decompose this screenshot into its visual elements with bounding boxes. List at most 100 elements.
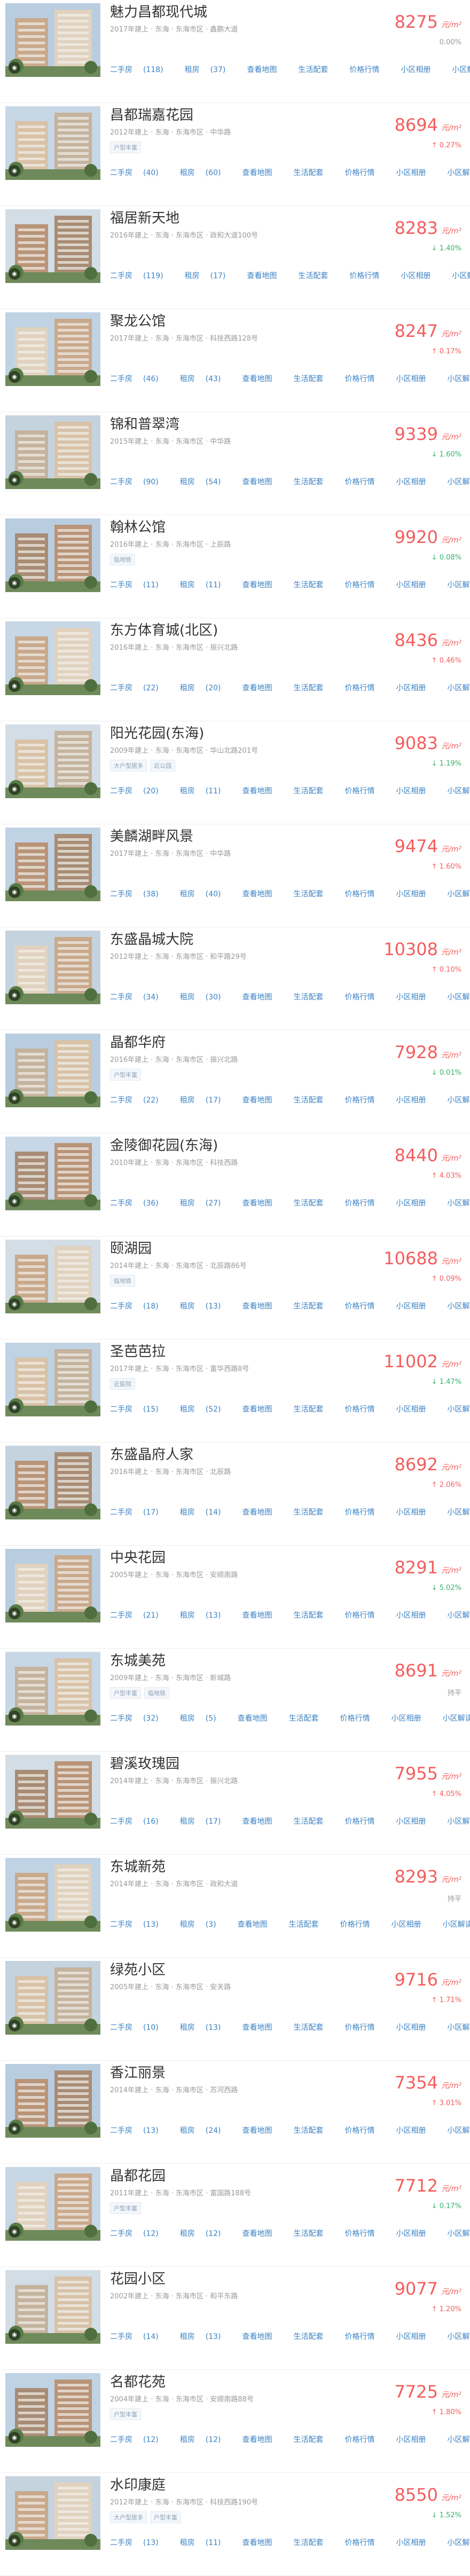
- community-name[interactable]: 水印康庭: [110, 2474, 166, 2494]
- link-1[interactable]: 租房 (40): [180, 890, 232, 899]
- link-2[interactable]: 查看地图: [242, 1302, 283, 1311]
- link-0[interactable]: 二手房 (18): [110, 1302, 169, 1311]
- listing-row[interactable]: ◉ 晶都华府 2016年建上 · 东海 · 东海市区 · 振兴北路 户型丰富 二…: [0, 1030, 470, 1133]
- link-6[interactable]: 小区解读: [448, 1096, 470, 1105]
- link-2[interactable]: 查看地图: [242, 2230, 283, 2238]
- community-name[interactable]: 聚龙公馆: [110, 310, 166, 330]
- link-4[interactable]: 价格行情: [345, 993, 386, 1002]
- link-6[interactable]: 小区解读: [448, 478, 470, 486]
- link-5[interactable]: 小区相册: [396, 2333, 437, 2341]
- link-3[interactable]: 生活配套: [294, 1199, 334, 1208]
- link-1[interactable]: 租房 (43): [180, 375, 232, 383]
- link-5[interactable]: 小区相册: [396, 1817, 437, 1826]
- community-name[interactable]: 金陵御花园(东海): [110, 1135, 218, 1154]
- listing-row[interactable]: ◉ 水印康庭 2012年建上 · 东海 · 东海市区 · 科技西路190号 大户…: [0, 2473, 470, 2576]
- link-3[interactable]: 生活配套: [294, 2023, 334, 2032]
- community-photo[interactable]: ◉: [5, 724, 100, 798]
- link-5[interactable]: 小区相册: [396, 1508, 437, 1517]
- vr-camera-icon[interactable]: ◉: [9, 474, 20, 486]
- community-name[interactable]: 东城新苑: [110, 1856, 166, 1876]
- link-4[interactable]: 价格行情: [345, 2436, 386, 2444]
- link-4[interactable]: 价格行情: [345, 1302, 386, 1311]
- link-2[interactable]: 查看地图: [247, 272, 287, 280]
- link-5[interactable]: 小区相册: [391, 1714, 432, 1723]
- listing-row[interactable]: ◉ 碧溪玫瑰园 2014年建上 · 东海 · 东海市区 · 振兴北路 二手房 (1…: [0, 1752, 470, 1855]
- link-2[interactable]: 查看地图: [242, 787, 283, 795]
- vr-camera-icon[interactable]: ◉: [9, 1814, 20, 1825]
- link-0[interactable]: 二手房 (36): [110, 1199, 169, 1208]
- link-4[interactable]: 价格行情: [345, 581, 386, 589]
- vr-camera-icon[interactable]: ◉: [9, 62, 20, 74]
- link-5[interactable]: 小区相册: [391, 1920, 432, 1929]
- listing-row[interactable]: ◉ 圣芭芭拉 2017年建上 · 东海 · 东海市区 · 富华西路8号 近医院 …: [0, 1340, 470, 1443]
- listing-row[interactable]: ◉ 聚龙公馆 2017年建上 · 东海 · 东海市区 · 科技西路128号 二手…: [0, 309, 470, 412]
- link-4[interactable]: 价格行情: [349, 272, 390, 280]
- listing-row[interactable]: ◉ 香江丽景 2014年建上 · 东海 · 东海市区 · 苏河西路 二手房 (13…: [0, 2061, 470, 2164]
- link-4[interactable]: 价格行情: [345, 890, 386, 899]
- community-photo[interactable]: ◉: [5, 1446, 100, 1519]
- link-1[interactable]: 租房 (17): [180, 1096, 232, 1105]
- link-0[interactable]: 二手房 (118): [110, 66, 174, 74]
- link-2[interactable]: 查看地图: [242, 890, 283, 899]
- link-0[interactable]: 二手房 (119): [110, 272, 174, 280]
- link-3[interactable]: 生活配套: [298, 66, 339, 74]
- link-5[interactable]: 小区相册: [396, 2126, 437, 2135]
- community-photo[interactable]: ◉: [5, 209, 100, 283]
- link-5[interactable]: 小区相册: [396, 2023, 437, 2032]
- link-4[interactable]: 价格行情: [345, 1508, 386, 1517]
- link-2[interactable]: 查看地图: [242, 1199, 283, 1208]
- link-6[interactable]: 小区解读: [448, 684, 470, 692]
- link-5[interactable]: 小区相册: [396, 2230, 437, 2238]
- listing-row[interactable]: ◉ 晶都花园 2011年建上 · 东海 · 东海市区 · 富国路188号 户型丰…: [0, 2164, 470, 2267]
- link-1[interactable]: 租房 (37): [185, 66, 237, 74]
- link-0[interactable]: 二手房 (38): [110, 890, 169, 899]
- link-0[interactable]: 二手房 (90): [110, 478, 169, 486]
- community-photo[interactable]: ◉: [5, 1961, 100, 2035]
- link-0[interactable]: 二手房 (13): [110, 1920, 169, 1929]
- link-6[interactable]: 小区解读: [448, 2126, 470, 2135]
- link-6[interactable]: 小区解读: [448, 1817, 470, 1826]
- community-name[interactable]: 昌都瑞嘉花园: [110, 104, 193, 124]
- link-4[interactable]: 价格行情: [345, 1405, 386, 1414]
- link-2[interactable]: 查看地图: [242, 1405, 283, 1414]
- listing-row[interactable]: ◉ 昌都瑞嘉花园 2012年建上 · 东海 · 东海市区 · 中华路 户型丰富 …: [0, 103, 470, 206]
- link-6[interactable]: 小区解读: [448, 2539, 470, 2547]
- link-2[interactable]: 查看地图: [242, 581, 283, 589]
- link-0[interactable]: 二手房 (32): [110, 1714, 169, 1723]
- link-2[interactable]: 查看地图: [242, 1508, 283, 1517]
- vr-camera-icon[interactable]: ◉: [9, 577, 20, 589]
- link-5[interactable]: 小区相册: [396, 1302, 437, 1311]
- listing-row[interactable]: ◉ 颐湖园 2014年建上 · 东海 · 东海市区 · 北辰路86号 临地铁 二…: [0, 1236, 470, 1340]
- community-photo[interactable]: ◉: [5, 106, 100, 180]
- listing-row[interactable]: ◉ 东城新苑 2014年建上 · 东海 · 东海市区 · 政和大道 二手房 (13…: [0, 1855, 470, 1958]
- link-4[interactable]: 价格行情: [345, 2126, 386, 2135]
- listing-row[interactable]: ◉ 锦和普翠湾 2015年建上 · 东海 · 东海市区 · 中华路 二手房 (90…: [0, 412, 470, 515]
- link-4[interactable]: 价格行情: [340, 1714, 381, 1723]
- link-6[interactable]: 小区解读: [448, 2023, 470, 2032]
- vr-camera-icon[interactable]: ◉: [9, 1092, 20, 1104]
- link-1[interactable]: 租房 (17): [180, 1817, 232, 1826]
- link-1[interactable]: 租房 (13): [180, 2023, 232, 2032]
- link-1[interactable]: 租房 (11): [180, 2539, 232, 2547]
- link-2[interactable]: 查看地图: [242, 2539, 283, 2547]
- link-1[interactable]: 租房 (52): [180, 1405, 232, 1414]
- community-name[interactable]: 东盛晶城大院: [110, 928, 193, 948]
- link-5[interactable]: 小区相册: [396, 890, 437, 899]
- vr-camera-icon[interactable]: ◉: [9, 2535, 20, 2547]
- link-4[interactable]: 价格行情: [345, 1096, 386, 1105]
- vr-camera-icon[interactable]: ◉: [9, 268, 20, 280]
- listing-row[interactable]: ◉ 名都花苑 2004年建上 · 东海 · 东海市区 · 安顺南路88号 户型丰…: [0, 2370, 470, 2473]
- listing-row[interactable]: ◉ 福居新天地 2016年建上 · 东海 · 东海市区 · 政和大道100号 二…: [0, 206, 470, 309]
- community-photo[interactable]: ◉: [5, 1034, 100, 1107]
- vr-camera-icon[interactable]: ◉: [9, 165, 20, 177]
- link-4[interactable]: 价格行情: [349, 66, 390, 74]
- link-2[interactable]: 查看地图: [247, 66, 287, 74]
- community-photo[interactable]: ◉: [5, 621, 100, 695]
- link-3[interactable]: 生活配套: [294, 787, 334, 795]
- link-6[interactable]: 小区解读: [448, 787, 470, 795]
- vr-camera-icon[interactable]: ◉: [9, 371, 20, 383]
- community-photo[interactable]: ◉: [5, 1240, 100, 1313]
- link-3[interactable]: 生活配套: [294, 581, 334, 589]
- link-0[interactable]: 二手房 (15): [110, 1405, 169, 1414]
- link-0[interactable]: 二手房 (14): [110, 2333, 169, 2341]
